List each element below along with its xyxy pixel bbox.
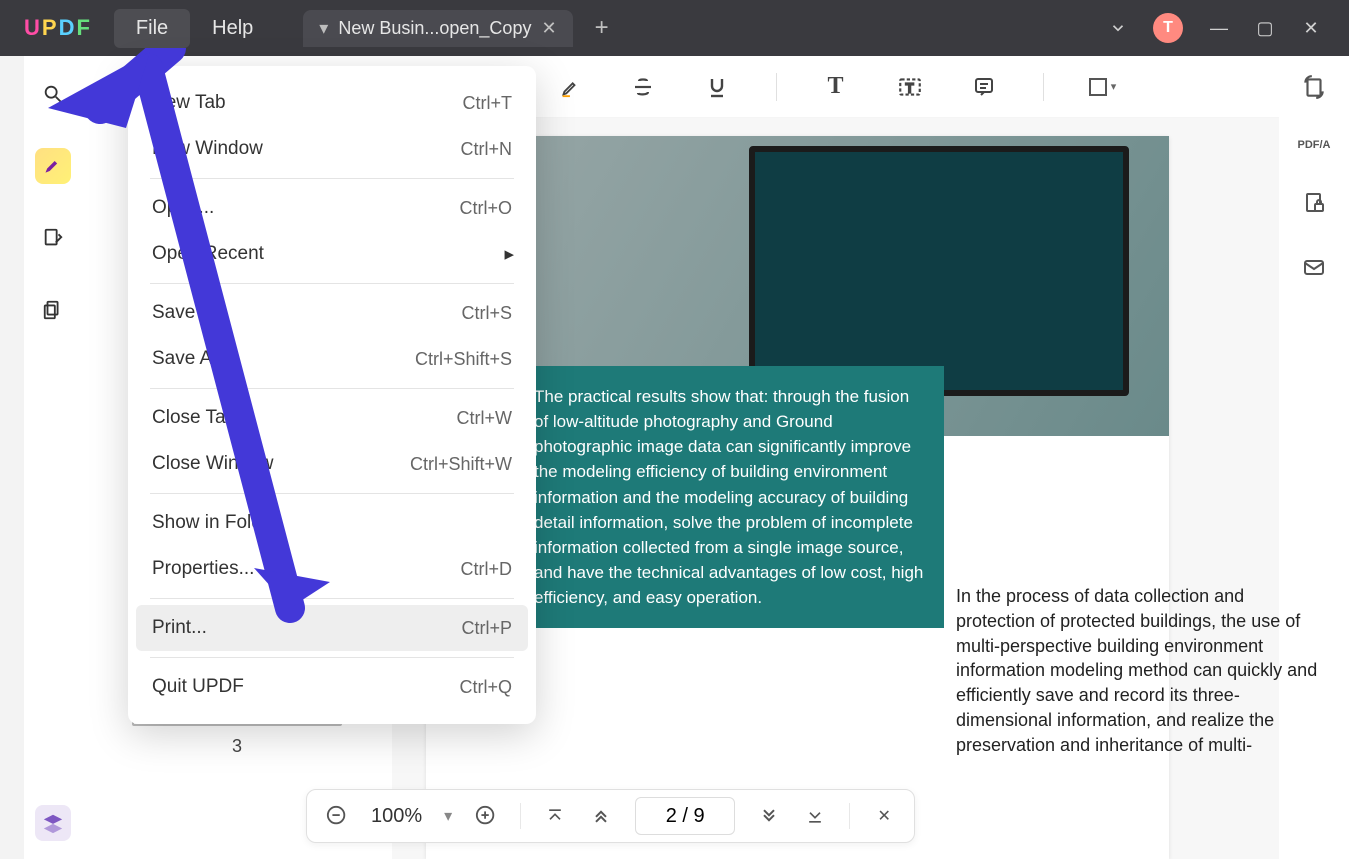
app-logo: UPDF	[0, 15, 114, 41]
tab-dropdown-icon[interactable]: ▾	[319, 18, 328, 39]
menu-save[interactable]: SaveCtrl+S	[136, 290, 528, 336]
menu-file[interactable]: File	[114, 9, 190, 48]
green-panel-text: The practical results show that: through…	[514, 366, 944, 628]
page-number-input[interactable]	[635, 797, 735, 835]
strikethrough-icon[interactable]	[628, 72, 658, 102]
menu-show-folder[interactable]: Show in Folder	[136, 500, 528, 546]
toolbar-separator	[1043, 73, 1044, 101]
edit-tool-icon[interactable]	[35, 220, 71, 256]
search-icon[interactable]	[35, 76, 71, 112]
monitor-image	[749, 146, 1129, 396]
title-bar: UPDF File Help ▾ New Busin...open_Copy ✕…	[0, 0, 1349, 56]
window-close-icon[interactable]: ✕	[1301, 18, 1321, 39]
rotate-icon[interactable]	[1301, 74, 1327, 100]
layers-icon[interactable]	[35, 805, 71, 841]
next-page-icon[interactable]	[757, 804, 781, 828]
prev-page-icon[interactable]	[589, 804, 613, 828]
window-maximize-icon[interactable]: ▢	[1255, 18, 1275, 39]
menu-new-window[interactable]: New WindowCtrl+N	[136, 126, 528, 172]
body-paragraph: In the process of data collection and pr…	[956, 584, 1326, 758]
new-tab-button[interactable]: +	[595, 14, 609, 42]
shape-tool-icon[interactable]: ▾	[1088, 72, 1118, 102]
pages-tool-icon[interactable]	[35, 292, 71, 328]
first-page-icon[interactable]	[543, 804, 567, 828]
menu-help[interactable]: Help	[190, 9, 275, 48]
document-page[interactable]: DF.COM The practical results show that: …	[426, 136, 1169, 859]
pdfa-icon[interactable]: PDF/A	[1298, 140, 1331, 151]
zoom-dropdown-icon[interactable]: ▾	[444, 806, 452, 826]
zoom-out-icon[interactable]	[325, 804, 349, 828]
view-controls-bar: 100% ▾ ✕	[306, 789, 915, 843]
note-tool-icon[interactable]	[969, 72, 999, 102]
menu-properties[interactable]: Properties...Ctrl+D	[136, 546, 528, 592]
highlight-tool-icon[interactable]	[35, 148, 71, 184]
underline-icon[interactable]	[702, 72, 732, 102]
text-tool-icon[interactable]: T	[821, 72, 851, 102]
thumbnail-page-number: 3	[232, 736, 242, 757]
toolbar-separator	[776, 73, 777, 101]
document-tab[interactable]: ▾ New Busin...open_Copy ✕	[303, 10, 572, 47]
menu-print[interactable]: Print...Ctrl+P	[136, 605, 528, 651]
menu-open[interactable]: Open...Ctrl+O	[136, 185, 528, 231]
menu-close-window[interactable]: Close WindowCtrl+Shift+W	[136, 441, 528, 487]
menu-open-recent[interactable]: Open Recent▸	[136, 231, 528, 277]
zoom-level: 100%	[371, 805, 422, 828]
textbox-tool-icon[interactable]: T	[895, 72, 925, 102]
window-minimize-icon[interactable]: —	[1209, 18, 1229, 39]
last-page-icon[interactable]	[803, 804, 827, 828]
file-menu-dropdown: New TabCtrl+T New WindowCtrl+N Open...Ct…	[128, 66, 536, 724]
menu-new-tab[interactable]: New TabCtrl+T	[136, 80, 528, 126]
svg-text:T: T	[905, 80, 913, 95]
menu-close-tab[interactable]: Close TabCtrl+W	[136, 395, 528, 441]
marker-icon[interactable]	[554, 72, 584, 102]
menu-quit[interactable]: Quit UPDFCtrl+Q	[136, 664, 528, 710]
menu-save-as[interactable]: Save As...Ctrl+Shift+S	[136, 336, 528, 382]
close-tab-icon[interactable]: ✕	[541, 18, 556, 39]
submenu-arrow-icon: ▸	[504, 243, 514, 266]
tab-title: New Busin...open_Copy	[338, 18, 531, 39]
tabs-overflow-icon[interactable]	[1109, 19, 1127, 37]
zoom-in-icon[interactable]	[474, 804, 498, 828]
left-rail	[24, 56, 82, 859]
close-bar-icon[interactable]: ✕	[872, 804, 896, 828]
user-avatar[interactable]: T	[1153, 13, 1183, 43]
mail-icon[interactable]	[1302, 255, 1326, 279]
lock-page-icon[interactable]	[1302, 191, 1326, 215]
